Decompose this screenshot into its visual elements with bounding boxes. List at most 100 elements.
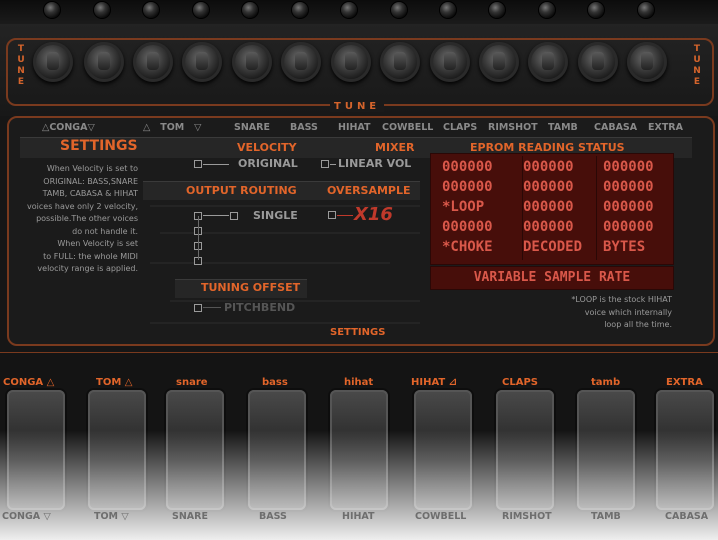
pad-claps[interactable] (496, 390, 554, 510)
settings-footer-label: SETTINGS (330, 327, 386, 338)
pad-label-tamb: tamb (591, 377, 621, 388)
voice-label-extra: EXTRA (648, 122, 683, 133)
pad-label-tamb-accent: TAMB (591, 511, 621, 522)
eprom-cell: 000000 (523, 159, 574, 175)
led-indicator (341, 2, 357, 18)
tune-knob-claps[interactable] (331, 42, 371, 82)
velocity-help-text: When Velocity is set to ORIGINAL: BASS,SN… (27, 164, 138, 273)
linear-vol-label: LINEAR VOL (338, 157, 412, 170)
pad-label-conga-down: CONGA ▽ (2, 511, 51, 522)
led-indicator (539, 2, 555, 18)
tune-knob-cowbell[interactable] (281, 42, 321, 82)
pad-section-divider (0, 352, 718, 353)
voice-label-conga: △CONGA▽ (42, 122, 95, 133)
eprom-cell: 000000 (442, 159, 493, 175)
single-checkbox[interactable] (230, 212, 238, 220)
velocity-header: VELOCITY (237, 141, 297, 154)
variable-sample-rate-display: VARIABLE SAMPLE RATE (430, 266, 674, 290)
tune-label-left: TUNE (17, 44, 25, 87)
pad-conga-up[interactable] (7, 390, 65, 510)
tune-knob-hihat[interactable] (232, 42, 272, 82)
oversample-header: OVERSAMPLE (327, 184, 411, 197)
tune-knob-conga[interactable] (33, 42, 73, 82)
tune-knob-bass[interactable] (182, 42, 222, 82)
eprom-cell: 000000 (523, 179, 574, 195)
eprom-cell: BYTES (603, 239, 646, 255)
tuning-offset-header: TUNING OFFSET (201, 281, 301, 294)
pad-label-snare: snare (176, 377, 208, 388)
pad-label-tom-up: TOM △ (96, 377, 133, 388)
pad-label-rimshot: RIMSHOT (502, 511, 552, 522)
pitchbend-checkbox[interactable] (194, 304, 202, 312)
settings-title: SETTINGS (60, 138, 138, 154)
voice-label-rimshot: RIMSHOT (488, 122, 538, 133)
led-indicator (638, 2, 654, 18)
option-connector (337, 215, 353, 216)
eprom-cell: *CHOKE (442, 239, 493, 255)
pad-bass[interactable] (248, 390, 306, 510)
pad-label-cowbell: COWBELL (415, 511, 467, 522)
pad-label-bass-accent: BASS (259, 511, 287, 522)
pad-tom-up[interactable] (88, 390, 146, 510)
pad-extra[interactable] (656, 390, 714, 510)
pitchbend-label: PITCHBEND (224, 301, 296, 314)
pad-tamb[interactable] (577, 390, 635, 510)
voice-label-snare: SNARE (234, 122, 270, 133)
pad-label-hihat-accent: HIHAT (342, 511, 375, 522)
tune-knob-extra[interactable] (528, 42, 568, 82)
pad-label-hihat-open: HIHAT ⊿ (411, 377, 458, 388)
tune-knob-cabasa[interactable] (479, 42, 519, 82)
pad-label-tom-down: TOM ▽ (94, 511, 129, 522)
led-indicator (489, 2, 505, 18)
tune-knob-snare[interactable] (133, 42, 173, 82)
voice-label-claps: CLAPS (443, 122, 478, 133)
tune-knob-extra-3[interactable] (627, 42, 667, 82)
eprom-cell: 000000 (523, 219, 574, 235)
eprom-cell: DECODED (523, 239, 583, 255)
voice-label-tamb: TAMB (548, 122, 578, 133)
pad-label-extra: EXTRA (666, 377, 703, 388)
circuit-trace (150, 322, 420, 324)
loop-note: *LOOP is the stock HIHAT voice which inte… (571, 295, 672, 329)
voice-label-cabasa: CABASA (594, 122, 638, 133)
tune-knob-tamb[interactable] (430, 42, 470, 82)
led-indicator (143, 2, 159, 18)
original-checkbox[interactable] (194, 160, 202, 168)
eprom-cell: *LOOP (442, 199, 485, 215)
voice-label-hihat: HIHAT (338, 122, 371, 133)
pad-hihat[interactable] (330, 390, 388, 510)
pad-label-bass: bass (262, 377, 288, 388)
led-indicator (440, 2, 456, 18)
option-connector (203, 164, 229, 165)
led-indicator (242, 2, 258, 18)
pad-label-conga-up: CONGA △ (3, 377, 55, 388)
circuit-trace (150, 262, 390, 264)
pad-label-cabasa: CABASA (665, 511, 709, 522)
eprom-cell: 000000 (603, 199, 654, 215)
option-connector (203, 215, 229, 216)
eprom-cell: 000000 (603, 159, 654, 175)
pad-hihat-open[interactable] (414, 390, 472, 510)
led-indicator (94, 2, 110, 18)
eprom-cell: 000000 (442, 219, 493, 235)
x16-indicator: X16 (354, 204, 393, 225)
tune-label-right: TUNE (693, 44, 701, 87)
led-indicator (391, 2, 407, 18)
tune-knob-tom[interactable] (84, 42, 124, 82)
oversample-checkbox[interactable] (328, 211, 336, 219)
tune-knob-rimshot[interactable] (380, 42, 420, 82)
tune-knob-extra-2[interactable] (578, 42, 618, 82)
linear-vol-checkbox[interactable] (321, 160, 329, 168)
eprom-cell: 000000 (603, 219, 654, 235)
voice-label-tom: △ TOM ▽ (143, 122, 202, 133)
eprom-cell: 000000 (603, 179, 654, 195)
pad-label-claps: CLAPS (502, 377, 538, 388)
option-connector (203, 307, 221, 308)
routing-connector (198, 216, 199, 260)
original-label: ORIGINAL (238, 157, 298, 170)
led-indicator (193, 2, 209, 18)
pad-snare[interactable] (166, 390, 224, 510)
voice-label-cowbell: COWBELL (382, 122, 434, 133)
led-indicator (292, 2, 308, 18)
eprom-cell: 000000 (442, 179, 493, 195)
